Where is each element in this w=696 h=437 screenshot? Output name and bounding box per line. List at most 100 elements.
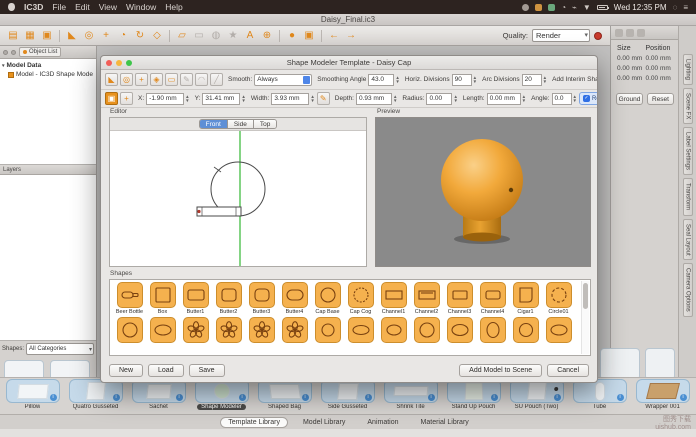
menu-file[interactable]: File — [52, 2, 66, 12]
shape-channel1[interactable]: Channel1 — [377, 282, 410, 315]
tab-front[interactable]: Front — [200, 120, 228, 128]
render-ball-icon[interactable]: ● — [285, 29, 299, 43]
template-quatro-gusseted[interactable]: Quatro Gusseted — [64, 379, 127, 410]
info-icon[interactable] — [50, 394, 57, 401]
app-status-icon-2[interactable] — [535, 4, 542, 11]
wifi-icon[interactable]: ▼ — [583, 3, 591, 12]
tab-side[interactable]: Side — [228, 120, 254, 128]
add-model-to-scene-button[interactable]: Add Model to Scene — [459, 364, 542, 377]
shape-channel3[interactable]: Channel3 — [443, 282, 476, 315]
square-tool-icon[interactable]: ▣ — [105, 92, 118, 105]
shape-thumb[interactable] — [443, 317, 476, 343]
app-status-icon[interactable] — [522, 4, 529, 11]
tab-material-library[interactable]: Material Library — [414, 418, 476, 427]
smoothing-angle-spinner[interactable]: 43.0 ▲▼ — [368, 74, 399, 86]
depth-field[interactable]: 0.93 mm ▲▼ — [356, 93, 397, 105]
template-shape-modeler[interactable]: Shape Modeler — [190, 379, 253, 410]
node-edit-icon[interactable]: ◈ — [150, 73, 163, 86]
arc-divisions-spinner[interactable]: 20 ▲▼ — [522, 74, 547, 86]
template-shrink-tite[interactable]: Shrink Tite — [379, 379, 442, 410]
smooth-select[interactable]: Always — [254, 74, 312, 86]
tab-transform[interactable]: Transform — [683, 178, 693, 215]
shape-thumb[interactable] — [212, 317, 245, 343]
template-grid-thumb[interactable] — [600, 348, 640, 380]
width-field[interactable]: 3.93 mm ▲▼ — [271, 93, 314, 105]
horiz-divisions-spinner[interactable]: 90 ▲▼ — [452, 74, 477, 86]
info-icon[interactable] — [176, 394, 183, 401]
material-icon[interactable]: ◍ — [209, 29, 223, 43]
position-z-value[interactable]: 0.00 mm — [646, 75, 675, 82]
shapes-category-select[interactable]: All Categories — [26, 343, 94, 355]
template-sachet[interactable]: Sachet — [127, 379, 190, 410]
camera-icon[interactable]: ▣ — [302, 29, 316, 43]
add-shape-icon[interactable]: + — [120, 92, 133, 105]
cancel-button[interactable]: Cancel — [547, 364, 589, 377]
shape-cigar1[interactable]: Cigar1 — [509, 282, 542, 315]
rect-shape-icon[interactable]: ▭ — [165, 73, 178, 86]
measure-tool-icon[interactable]: ▭ — [192, 29, 206, 43]
profile-canvas[interactable] — [110, 131, 366, 266]
template-grid-thumb[interactable] — [645, 348, 675, 380]
info-icon[interactable] — [617, 394, 624, 401]
shape-box[interactable]: Box — [146, 282, 179, 315]
tab-camera-options[interactable]: Camera Options — [683, 263, 693, 317]
info-icon[interactable] — [428, 394, 435, 401]
favorite-icon[interactable]: ★ — [226, 29, 240, 43]
tab-label-settings[interactable]: Label Settings — [683, 127, 693, 175]
resolve-incorrect-button[interactable]: Resolve Incorrect — [579, 92, 597, 105]
panel-tool-icon[interactable] — [615, 29, 623, 37]
angle-field[interactable]: 0.0 ▲▼ — [552, 93, 577, 105]
orbit-tool-icon[interactable]: ◔ — [116, 29, 130, 43]
pan-tool-icon[interactable]: + — [99, 29, 113, 43]
disclosure-triangle-icon[interactable]: ▾ — [2, 63, 5, 69]
tree-header-row[interactable]: ▾ Model Data — [0, 61, 96, 70]
shape-cap-base[interactable]: Cap Base — [311, 282, 344, 315]
panel-tool-icon[interactable] — [637, 29, 645, 37]
info-icon[interactable] — [554, 394, 561, 401]
length-field[interactable]: 0.00 mm ▲▼ — [487, 93, 526, 105]
app-status-icon-3[interactable] — [548, 4, 555, 11]
shape-thumb[interactable] — [311, 317, 344, 343]
position-y-value[interactable]: 0.00 mm — [646, 65, 675, 72]
open-folder-icon[interactable]: ▦ — [23, 29, 37, 43]
undo-icon[interactable]: ← — [327, 29, 341, 43]
notification-center-icon[interactable]: ≡ — [683, 3, 688, 12]
tab-scene-fx[interactable]: Scene FX — [683, 88, 693, 124]
pen-icon[interactable]: ✎ — [180, 73, 193, 86]
shape-channel2[interactable]: Channel2 — [410, 282, 443, 315]
select-tool-icon[interactable]: ◣ — [65, 29, 79, 43]
scale-tool-icon[interactable]: ◇ — [150, 29, 164, 43]
spotlight-search-icon[interactable]: ◌ — [673, 3, 678, 12]
frame-tool-icon[interactable]: ▱ — [175, 29, 189, 43]
new-document-icon[interactable]: ▤ — [6, 29, 20, 43]
select-node-icon[interactable]: ◣ — [105, 73, 118, 86]
shape-thumb[interactable] — [278, 317, 311, 343]
battery-icon[interactable] — [597, 5, 608, 10]
shape-thumb[interactable] — [509, 317, 542, 343]
resolve-checkbox[interactable] — [583, 95, 590, 102]
template-tube[interactable]: Tube — [568, 379, 631, 410]
info-icon[interactable] — [680, 394, 687, 401]
menu-ic3d[interactable]: IC3D — [24, 2, 43, 12]
reset-button[interactable]: Reset — [647, 93, 674, 105]
record-button[interactable] — [594, 32, 602, 40]
window-control-dot[interactable] — [3, 50, 8, 55]
y-field[interactable]: 31.41 mm ▲▼ — [202, 93, 245, 105]
shape-butter2[interactable]: Butter2 — [212, 282, 245, 315]
shapes-scrollbar[interactable] — [581, 281, 589, 354]
shape-butter4[interactable]: Butter4 — [278, 282, 311, 315]
model-preview[interactable] — [375, 117, 591, 267]
size-x-value[interactable]: 0.00 mm — [617, 55, 646, 62]
layers-list[interactable] — [0, 175, 96, 341]
tree-item-model[interactable]: Model - IC3D Shape Mode — [0, 70, 96, 79]
save-button[interactable]: Save — [189, 364, 225, 377]
x-field[interactable]: -1.90 mm ▲▼ — [146, 93, 189, 105]
info-icon[interactable] — [239, 394, 246, 401]
tab-animation[interactable]: Animation — [360, 418, 405, 427]
shape-butter3[interactable]: Butter3 — [245, 282, 278, 315]
add-point-icon[interactable]: + — [135, 73, 148, 86]
load-button[interactable]: Load — [148, 364, 184, 377]
rotate-tool-icon[interactable]: ↻ — [133, 29, 147, 43]
size-y-value[interactable]: 0.00 mm — [617, 65, 646, 72]
shape-thumb[interactable] — [476, 317, 509, 343]
